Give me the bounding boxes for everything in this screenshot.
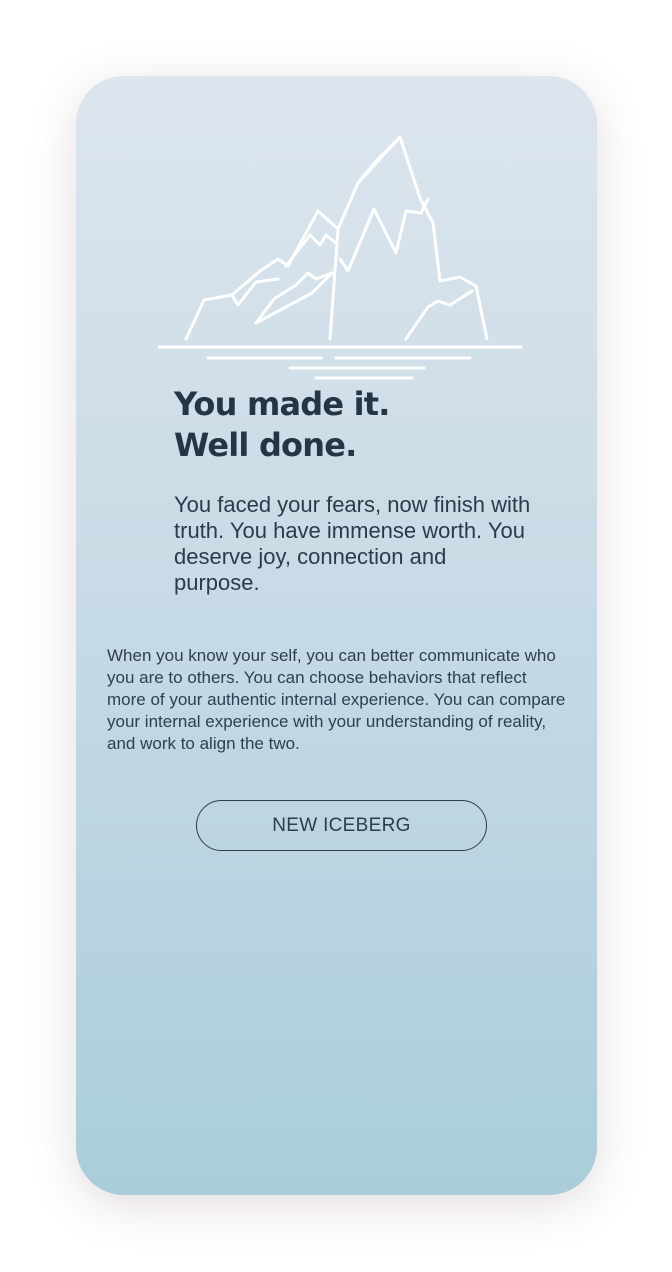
iceberg-icon <box>158 135 523 380</box>
body-paragraph: When you know your self, you can better … <box>107 646 566 753</box>
completion-headline: You made it. Well done. <box>174 384 390 466</box>
app-screen: You made it. Well done. You faced your f… <box>76 76 597 1195</box>
new-iceberg-button[interactable]: NEW ICEBERG <box>196 800 487 851</box>
lead-paragraph: You faced your fears, now finish with tr… <box>174 492 531 595</box>
headline-line-2: Well done. <box>174 426 357 464</box>
headline-line-1: You made it. <box>174 385 390 423</box>
